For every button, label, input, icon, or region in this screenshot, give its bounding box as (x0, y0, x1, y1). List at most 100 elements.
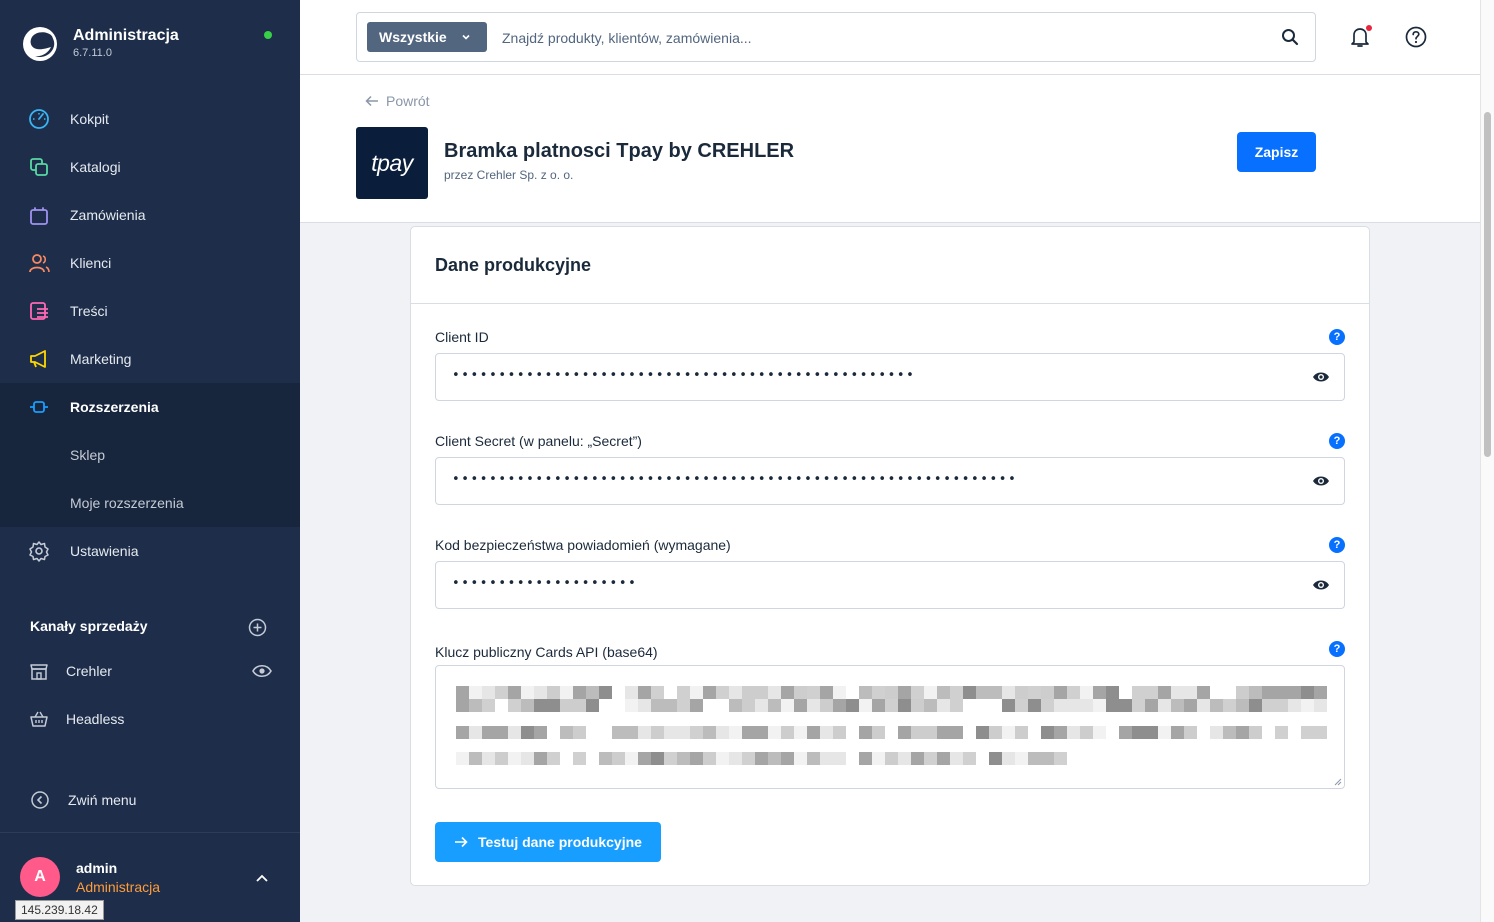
pixel-block (1119, 686, 1132, 699)
pixel-block (1093, 726, 1106, 739)
pixel-block (755, 686, 768, 699)
pixel-block (612, 752, 625, 765)
scrollbar-thumb[interactable] (1484, 112, 1491, 457)
pixel-block (495, 752, 508, 765)
pixel-block (1275, 726, 1288, 739)
eye-icon[interactable] (1312, 474, 1330, 488)
help-tooltip-icon[interactable]: ? (1329, 641, 1345, 657)
eye-icon[interactable] (252, 663, 272, 679)
pixel-block (846, 752, 859, 765)
page-title: Bramka platnosci Tpay by CREHLER (444, 140, 795, 162)
pixel-block (1171, 699, 1184, 712)
pixel-block (1236, 726, 1249, 739)
help-tooltip-icon[interactable]: ? (1329, 433, 1345, 449)
pixel-block (1275, 699, 1288, 712)
pixel-block (1262, 726, 1275, 739)
pixel-block (456, 686, 469, 699)
pixel-block (729, 752, 742, 765)
sales-channel-headless[interactable]: Headless (0, 704, 300, 734)
collapse-menu-button[interactable]: Zwiń menu (0, 786, 300, 814)
pixel-block (1223, 699, 1236, 712)
pixel-block (573, 752, 586, 765)
pixel-block (1249, 726, 1262, 739)
pixel-block (547, 686, 560, 699)
pixel-block (625, 752, 638, 765)
pixel-block (1028, 699, 1041, 712)
pixel-block (586, 726, 599, 739)
sidebar-item-katalogi[interactable]: Katalogi (0, 143, 300, 191)
back-link[interactable]: Powrót (365, 93, 430, 109)
pixel-block (1132, 686, 1145, 699)
sidebar-item-zamowienia[interactable]: Zamówienia (0, 191, 300, 239)
add-circle-icon[interactable] (248, 618, 267, 637)
user-role: Administracja (76, 879, 161, 895)
plugin-logo: tpay (356, 127, 428, 199)
storefront-icon (30, 664, 48, 680)
client-secret-label: Client Secret (w panelu: „Secret”) (435, 433, 642, 449)
pixel-block (976, 752, 989, 765)
eye-icon[interactable] (1312, 578, 1330, 592)
sidebar-item-sklep[interactable]: Sklep (0, 431, 300, 479)
client-secret-input[interactable]: ••••••••••••••••••••••••••••••••••••••••… (435, 457, 1345, 505)
pixel-block (1184, 699, 1197, 712)
save-button[interactable]: Zapisz (1237, 132, 1316, 172)
pixelated-text-row (456, 686, 1327, 699)
pixel-block (560, 752, 573, 765)
pixel-block (716, 699, 729, 712)
pixel-block (651, 726, 664, 739)
pixel-block (664, 686, 677, 699)
notification-code-input[interactable]: •••••••••••••••••••• (435, 561, 1345, 609)
pixel-block (612, 686, 625, 699)
sidebar-item-marketing[interactable]: Marketing (0, 335, 300, 383)
pixel-block (625, 726, 638, 739)
help-icon[interactable] (1405, 26, 1427, 48)
sidebar-item-rozszerzenia[interactable]: Rozszerzenia (0, 383, 300, 431)
sidebar-item-label: Moje rozszerzenia (70, 495, 184, 511)
pixel-block (625, 699, 638, 712)
pixel-block (456, 699, 469, 712)
pixel-block (664, 726, 677, 739)
pixel-block (1288, 699, 1301, 712)
pixel-block (586, 699, 599, 712)
search-type-select[interactable]: Wszystkie (367, 22, 487, 52)
pixel-block (716, 726, 729, 739)
pixel-block (664, 699, 677, 712)
pixel-block (898, 699, 911, 712)
help-tooltip-icon[interactable]: ? (1329, 537, 1345, 553)
sales-channel-label: Headless (66, 711, 125, 727)
sidebar-item-ustawienia[interactable]: Ustawienia (0, 527, 300, 575)
help-tooltip-icon[interactable]: ? (1329, 329, 1345, 345)
sidebar-item-label: Ustawienia (70, 543, 139, 559)
content-icon (30, 302, 48, 320)
pixel-block (1093, 686, 1106, 699)
pixel-block (963, 686, 976, 699)
pixel-block (1314, 726, 1327, 739)
sidebar-item-tresci[interactable]: Treści (0, 287, 300, 335)
pixel-block (1119, 699, 1132, 712)
pixel-block (677, 752, 690, 765)
search-type-label: Wszystkie (379, 29, 447, 45)
search-icon[interactable] (1281, 28, 1299, 46)
pixel-block (1002, 726, 1015, 739)
pixel-block (742, 699, 755, 712)
pixel-block (729, 726, 742, 739)
sales-channel-crehler[interactable]: Crehler (0, 656, 300, 686)
resize-handle-icon[interactable] (1334, 778, 1342, 786)
sidebar-item-klienci[interactable]: Klienci (0, 239, 300, 287)
public-key-textarea[interactable] (435, 665, 1345, 789)
pixel-block (885, 686, 898, 699)
eye-icon[interactable] (1312, 370, 1330, 384)
pixel-block (963, 699, 976, 712)
pixel-block (846, 686, 859, 699)
pixel-block (1249, 686, 1262, 699)
brand[interactable]: Administracja 6.7.11.0 (22, 24, 282, 64)
test-production-credentials-button[interactable]: Testuj dane produkcyjne (435, 822, 661, 862)
chevron-down-icon (462, 34, 470, 40)
sidebar-item-kokpit[interactable]: Kokpit (0, 95, 300, 143)
sidebar-item-moje-rozszerzenia[interactable]: Moje rozszerzenia (0, 479, 300, 527)
chevron-up-icon[interactable] (254, 870, 270, 886)
client-id-input[interactable]: ••••••••••••••••••••••••••••••••••••••••… (435, 353, 1345, 401)
pixel-block (482, 752, 495, 765)
search-input[interactable] (502, 25, 1262, 51)
pixel-block (573, 726, 586, 739)
